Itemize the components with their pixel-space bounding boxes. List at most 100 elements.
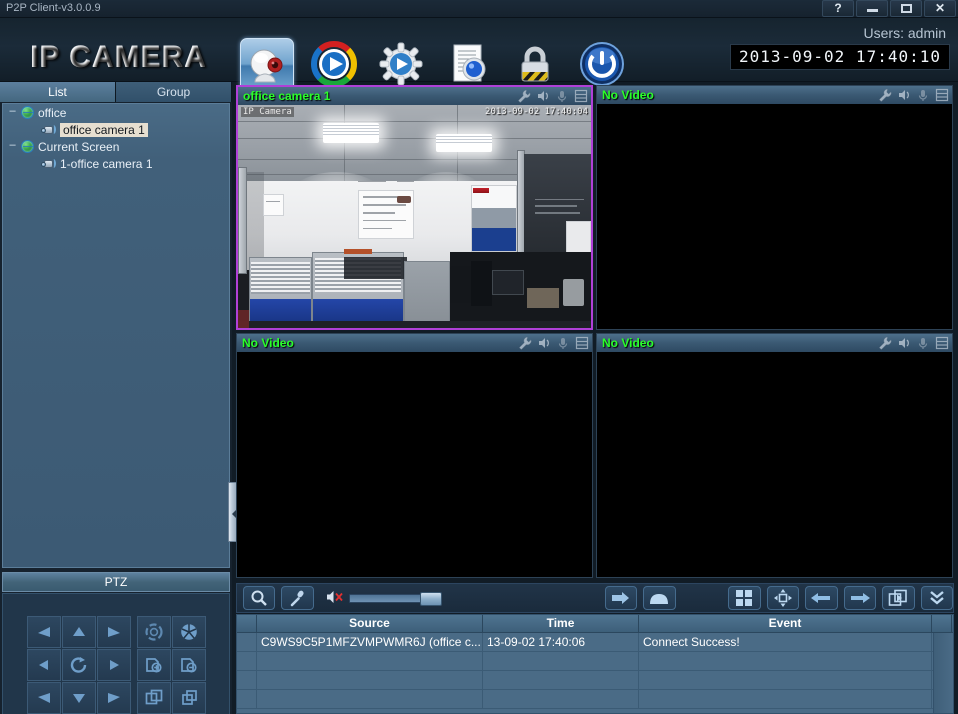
tab-group[interactable]: Group	[116, 82, 232, 102]
toolbar-settings-button[interactable]	[374, 38, 428, 92]
microphone-icon[interactable]	[916, 88, 930, 102]
sidebar-tabs: List Group	[0, 82, 232, 102]
wrench-icon[interactable]	[878, 336, 892, 350]
column-source[interactable]: Source	[257, 615, 483, 632]
column-time[interactable]: Time	[483, 615, 639, 632]
ptz-left-button[interactable]	[27, 649, 61, 681]
speaker-icon[interactable]	[897, 88, 911, 102]
close-button[interactable]: ✕	[924, 0, 956, 17]
fullscreen-button[interactable]	[766, 586, 800, 610]
video-pane-4[interactable]: No Video	[596, 333, 953, 578]
wrench-icon[interactable]	[517, 89, 531, 103]
video-pane-1[interactable]: office camera 1 IP Camera 2013-09-02 17:…	[236, 85, 593, 330]
video-stream-3[interactable]	[237, 352, 592, 577]
ptz-down-right-button[interactable]	[97, 682, 131, 714]
toolbar-live-view-button[interactable]	[240, 38, 294, 92]
speaker-icon[interactable]	[537, 336, 551, 350]
speaker-icon[interactable]	[897, 336, 911, 350]
microphone-icon[interactable]	[555, 89, 569, 103]
expander-icon[interactable]: –	[7, 140, 18, 152]
previous-button[interactable]	[805, 586, 838, 610]
tree-item-label: 1-office camera 1	[60, 156, 153, 171]
toolbar-power-button[interactable]	[575, 38, 629, 92]
video-pane-titlebar: No Video	[597, 86, 952, 104]
ptz-zoom-out-button[interactable]	[172, 682, 206, 714]
ptz-focus-near-button[interactable]	[137, 649, 171, 681]
ptz-right-button[interactable]	[97, 649, 131, 681]
help-button[interactable]: ?	[822, 0, 854, 17]
row-status-cell	[237, 633, 257, 651]
microphone-icon[interactable]	[916, 336, 930, 350]
sequence-button[interactable]	[882, 586, 915, 610]
video-pane-titlebar: No Video	[597, 334, 952, 352]
table-row[interactable]	[237, 690, 953, 709]
tab-list[interactable]: List	[0, 82, 116, 102]
ptz-up-button[interactable]	[62, 616, 96, 648]
video-grid: office camera 1 IP Camera 2013-09-02 17:…	[236, 85, 954, 581]
volume-slider[interactable]	[348, 591, 442, 606]
tree-item-current-screen[interactable]: – Current Screen	[3, 138, 229, 155]
video-stream-1[interactable]: IP Camera 2013-09-02 17:40:04	[238, 105, 591, 328]
search-button[interactable]	[243, 586, 276, 610]
microphone-icon[interactable]	[556, 336, 570, 350]
video-osd-time: 2013-09-02 17:40:04	[485, 107, 588, 117]
current-user-label: Users: admin	[863, 25, 946, 41]
panel-split-icon[interactable]	[935, 336, 949, 350]
speaker-muted-icon[interactable]	[326, 589, 344, 608]
video-stream-2[interactable]	[597, 104, 952, 329]
chevron-double-down-button[interactable]	[920, 586, 953, 610]
volume-control[interactable]	[326, 589, 442, 608]
ptz-section-header[interactable]: PTZ	[2, 572, 230, 592]
ptz-down-button[interactable]	[62, 682, 96, 714]
expander-icon[interactable]: –	[7, 106, 18, 118]
event-table-scrollbar[interactable]	[933, 633, 953, 713]
ptz-zoom-in-button[interactable]	[137, 682, 171, 714]
volume-slider-knob[interactable]	[419, 591, 442, 606]
ptz-focus-far-button[interactable]	[172, 649, 206, 681]
tree-item-office-camera-1[interactable]: office camera 1	[3, 121, 229, 138]
ptz-iris-open-button[interactable]	[137, 616, 171, 648]
panel-split-icon[interactable]	[574, 89, 588, 103]
config-document-icon	[445, 41, 491, 90]
video-stream-4[interactable]	[597, 352, 952, 577]
ptz-up-left-button[interactable]	[27, 616, 61, 648]
video-pane-titlebar: office camera 1	[238, 87, 591, 105]
wrench-icon[interactable]	[878, 88, 892, 102]
ptz-panel	[2, 593, 230, 714]
table-row[interactable]	[237, 652, 953, 671]
playback-control-bar	[236, 583, 954, 613]
tree-item-label: office	[38, 105, 67, 120]
panel-split-icon[interactable]	[575, 336, 589, 350]
video-pane-3[interactable]: No Video	[236, 333, 593, 578]
camera-icon	[41, 124, 56, 136]
record-button[interactable]	[604, 586, 638, 610]
grid-4-split-button[interactable]	[728, 586, 761, 610]
toolbar-playback-button[interactable]	[307, 38, 361, 92]
toolbar-lock-button[interactable]	[508, 38, 562, 92]
table-row[interactable]: C9WS9C5P1MFZVMPWMR6J (office c... 13-09-…	[237, 633, 953, 652]
tree-item-1-office-camera-1[interactable]: 1-office camera 1	[3, 155, 229, 172]
ptz-direction-pad	[27, 616, 131, 714]
snapshot-button[interactable]	[643, 586, 676, 610]
ptz-auto-scan-button[interactable]	[62, 649, 96, 681]
wrench-icon[interactable]	[518, 336, 532, 350]
table-row[interactable]	[237, 671, 953, 690]
maximize-button[interactable]	[890, 0, 922, 17]
tree-item-office[interactable]: – office	[3, 104, 229, 121]
lock-icon	[512, 41, 558, 90]
panel-split-icon[interactable]	[935, 88, 949, 102]
ptz-down-left-button[interactable]	[27, 682, 61, 714]
speaker-icon[interactable]	[536, 89, 550, 103]
device-tree[interactable]: – office office camera 1 – Current Scree…	[2, 103, 230, 568]
toolbar-device-config-button[interactable]	[441, 38, 495, 92]
column-event[interactable]: Event	[639, 615, 932, 632]
video-pane-titlebar: No Video	[237, 334, 592, 352]
minimize-button[interactable]	[856, 0, 888, 17]
next-button[interactable]	[843, 586, 877, 610]
video-pane-title: office camera 1	[243, 89, 331, 103]
ptz-iris-close-button[interactable]	[172, 616, 206, 648]
video-pane-2[interactable]: No Video	[596, 85, 953, 330]
system-datetime: 2013-09-02 17:40:10	[729, 44, 950, 70]
ptz-up-right-button[interactable]	[97, 616, 131, 648]
talk-microphone-button[interactable]	[281, 586, 314, 610]
